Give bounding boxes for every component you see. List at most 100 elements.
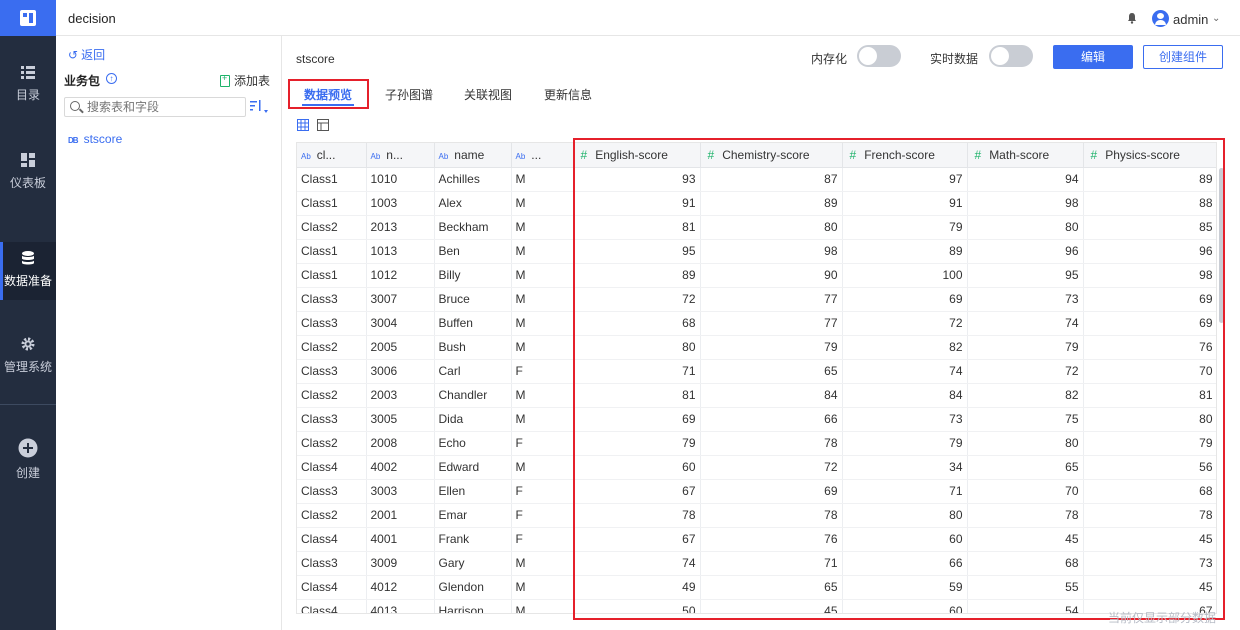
grid-view-icon[interactable] <box>297 119 309 131</box>
search-box[interactable] <box>64 97 246 117</box>
table-cell: 68 <box>967 551 1084 576</box>
table-cell: Class3 <box>297 311 367 336</box>
table-cell: M <box>511 311 574 336</box>
column-header[interactable]: # English-score <box>573 143 701 168</box>
table-cell: Class3 <box>297 407 367 432</box>
table-cell: F <box>511 431 574 456</box>
table-row[interactable]: Class2 2005 Bush M 80 79 82 79 76 <box>297 335 1216 360</box>
table-cell: Class2 <box>297 383 367 408</box>
nav-item-label: 仪表板 <box>9 176 46 190</box>
table-row[interactable]: Class2 2013 Beckham M 81 80 79 80 85 <box>297 215 1216 240</box>
column-header[interactable]: # French-score <box>842 143 968 168</box>
chevron-down-icon[interactable]: ⌄ <box>1212 13 1220 24</box>
table-body: Class1 1010 Achilles M 93 87 97 94 89 Class1 1003 A… <box>297 167 1216 613</box>
column-header[interactable]: # Chemistry-score <box>700 143 843 168</box>
table-cell: Dida <box>434 407 512 432</box>
table-cell: 70 <box>967 479 1084 504</box>
info-icon[interactable]: ↑ <box>106 73 117 84</box>
side-panel: ↺返回 业务包 ↑ 添加表 DB stscore <box>56 36 282 630</box>
table-cell: Bruce <box>434 287 512 312</box>
table-cell: 72 <box>700 455 843 480</box>
column-header-label: Chemistry-score <box>722 147 810 162</box>
tree-item-stscore[interactable]: DB stscore <box>68 132 122 146</box>
table-row[interactable]: Class4 4002 Edward M 60 72 34 65 56 <box>297 455 1216 480</box>
table-row[interactable]: Class4 4012 Glendon M 49 65 59 55 45 <box>297 575 1216 600</box>
table-cell: 74 <box>842 359 968 384</box>
column-header[interactable]: Ab n... <box>366 143 435 168</box>
table-cell: 79 <box>842 215 968 240</box>
table-row[interactable]: Class3 3004 Buffen M 68 77 72 74 69 <box>297 311 1216 336</box>
table-row[interactable]: Class1 1003 Alex M 91 89 91 98 88 <box>297 191 1216 216</box>
nav-item-dashboard[interactable]: 仪表板 <box>0 152 56 212</box>
table-cell: 80 <box>842 503 968 528</box>
nav-item-catalog[interactable]: 目录 <box>0 64 56 124</box>
app-logo[interactable] <box>0 0 56 36</box>
tab-descendant-graph[interactable]: 子孙图谱 <box>385 86 433 103</box>
tab-relation-view[interactable]: 关联视图 <box>464 86 512 103</box>
table-cell: Class4 <box>297 527 367 552</box>
table-row[interactable]: Class3 3003 Ellen F 67 69 71 70 68 <box>297 479 1216 504</box>
column-header[interactable]: # Math-score <box>967 143 1084 168</box>
table-row[interactable]: Class1 1012 Billy M 89 90 100 95 98 <box>297 263 1216 288</box>
table-cell: 80 <box>573 335 701 360</box>
column-header[interactable]: # Physics-score <box>1083 143 1216 168</box>
layout-view-icon[interactable] <box>317 119 329 131</box>
table-row[interactable]: Class3 3006 Carl F 71 65 74 72 70 <box>297 359 1216 384</box>
table-cell: 4012 <box>366 575 435 600</box>
avatar[interactable] <box>1152 10 1169 27</box>
nav-item-admin[interactable]: 管理系统 <box>0 336 56 396</box>
table-cell: 69 <box>1083 287 1216 312</box>
table-row[interactable]: Class3 3005 Dida M 69 66 73 75 80 <box>297 407 1216 432</box>
table-row[interactable]: Class1 1010 Achilles M 93 87 97 94 89 <box>297 167 1216 192</box>
add-table-button[interactable]: 添加表 <box>220 72 270 89</box>
text-type-icon: Ab <box>438 151 449 161</box>
database-icon <box>22 251 34 265</box>
table-cell: 68 <box>573 311 701 336</box>
column-header-label: n... <box>386 147 403 162</box>
back-link[interactable]: ↺ 返回 <box>68 46 105 63</box>
table-cell: 82 <box>967 383 1084 408</box>
table-row[interactable]: Class3 3007 Bruce M 72 77 69 73 69 <box>297 287 1216 312</box>
create-component-button[interactable]: 创建组件 <box>1143 45 1223 69</box>
column-header[interactable]: Ab cl... <box>297 143 367 168</box>
username[interactable]: admin <box>1173 12 1208 27</box>
bell-icon[interactable] <box>1126 12 1138 24</box>
table-cell: 70 <box>1083 359 1216 384</box>
search-input[interactable] <box>87 100 242 114</box>
table-row[interactable]: Class2 2003 Chandler M 81 84 84 82 81 <box>297 383 1216 408</box>
column-header[interactable]: Ab name <box>434 143 512 168</box>
table-row[interactable]: Class3 3009 Gary M 74 71 66 68 73 <box>297 551 1216 576</box>
table-cell: M <box>511 215 574 240</box>
table-cell: 87 <box>700 167 843 192</box>
table-cell: 79 <box>842 431 968 456</box>
table-cell: M <box>511 575 574 600</box>
nav-item-create[interactable]: 创建 <box>0 438 56 498</box>
number-type-icon: # <box>707 147 715 162</box>
table-cell: 98 <box>700 239 843 264</box>
table-cell: Emar <box>434 503 512 528</box>
table-cell: 55 <box>967 575 1084 600</box>
edit-button[interactable]: 编辑 <box>1053 45 1133 69</box>
table-cell: M <box>511 167 574 192</box>
table-row[interactable]: Class2 2008 Echo F 79 78 79 80 79 <box>297 431 1216 456</box>
table-row[interactable]: Class4 4001 Frank F 67 76 60 45 45 <box>297 527 1216 552</box>
filter-sort-icon[interactable] <box>249 99 273 115</box>
nav-item-data-prep[interactable]: 数据准备 <box>0 242 56 300</box>
tab-update-info[interactable]: 更新信息 <box>544 86 592 103</box>
table-cell: M <box>511 383 574 408</box>
vertical-scrollbar[interactable] <box>1219 168 1224 323</box>
memory-toggle[interactable] <box>857 45 901 67</box>
table-cell: Class3 <box>297 479 367 504</box>
column-header[interactable]: Ab... <box>511 143 574 168</box>
table-row[interactable]: Class4 4013 Harrison M 50 45 60 54 67 <box>297 599 1216 613</box>
table-cell: 76 <box>1083 335 1216 360</box>
table-row[interactable]: Class1 1013 Ben M 95 98 89 96 96 <box>297 239 1216 264</box>
table-cell: 89 <box>573 263 701 288</box>
table-row[interactable]: Class2 2001 Emar F 78 78 80 78 78 <box>297 503 1216 528</box>
logo-mark-icon <box>20 10 36 26</box>
column-header-label: French-score <box>864 147 935 162</box>
table-cell: F <box>511 503 574 528</box>
table-cell: 1010 <box>366 167 435 192</box>
table-cell: Class3 <box>297 287 367 312</box>
realtime-toggle[interactable] <box>989 45 1033 67</box>
